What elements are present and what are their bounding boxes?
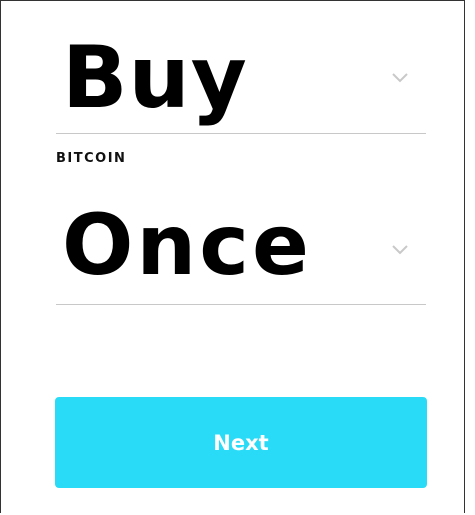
frequency-select-value: Once [62, 196, 312, 294]
next-button[interactable]: Next [55, 397, 427, 488]
purchase-form: Buy BITCOIN Once Next [0, 0, 465, 513]
frequency-select[interactable]: Once [56, 201, 426, 305]
action-select[interactable]: Buy [56, 29, 426, 134]
chevron-down-icon [392, 245, 408, 255]
action-select-value: Buy [62, 28, 248, 128]
asset-label: BITCOIN [56, 151, 127, 166]
chevron-down-icon [392, 73, 408, 83]
